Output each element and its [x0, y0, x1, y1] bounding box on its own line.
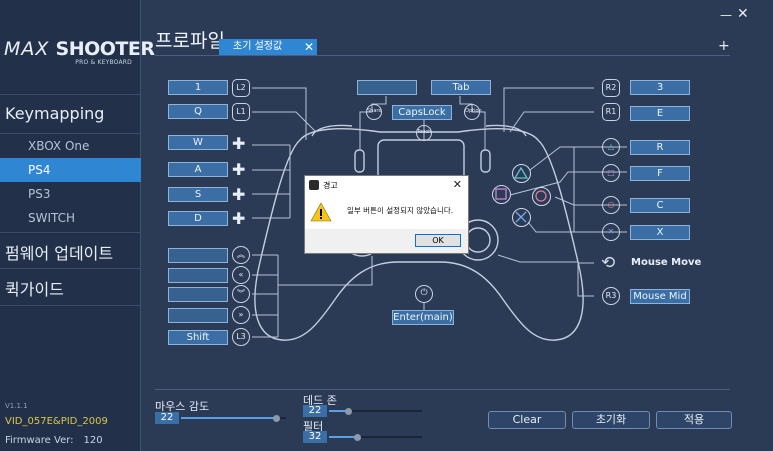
share-key-box[interactable]: [357, 80, 417, 95]
r3-key-box[interactable]: Mouse Mid: [630, 289, 690, 304]
mouse-sensitivity-value: 22: [155, 412, 179, 424]
l3-icon: L3: [232, 328, 250, 346]
circle-side-icon: ○: [602, 196, 620, 214]
deadzone-slider-thumb[interactable]: [345, 408, 352, 415]
dialog-title: 경고: [323, 181, 338, 190]
cross-icon: [512, 208, 531, 227]
option-icon: Option: [464, 104, 482, 120]
dpad-up-icon: ✚: [232, 134, 246, 153]
option-key-box[interactable]: Tab: [431, 80, 491, 95]
r3-icon: R3: [602, 287, 620, 305]
stick-up-key-box[interactable]: [168, 248, 228, 263]
ps-button-icon: ⏻: [415, 285, 433, 303]
stick-down-key-box[interactable]: [168, 287, 228, 302]
dialog-titlebar: 경고 ✕: [305, 176, 468, 195]
l1-icon: L1: [232, 103, 250, 121]
mouse-move-label[interactable]: Mouse Move: [631, 257, 701, 268]
warning-dialog: 경고 ✕ 일부 버튼이 설정되지 않았습니다. OK: [304, 175, 469, 254]
mouse-sensitivity-fill: [181, 417, 276, 419]
filter-fill: [329, 436, 357, 438]
mouse-sensitivity-slider-thumb[interactable]: [273, 415, 280, 422]
dpad-right-icon: ✚: [232, 209, 246, 228]
r1-key-box[interactable]: E: [630, 106, 690, 121]
stick-left-icon: «: [232, 266, 250, 284]
stick-right-icon: »: [232, 306, 250, 324]
l2-icon: L2: [232, 79, 250, 97]
square-side-icon: □: [602, 164, 620, 182]
dpad-down-key-box[interactable]: S: [168, 187, 228, 202]
stick-left-key-box[interactable]: [168, 268, 228, 283]
deadzone-value: 22: [303, 405, 327, 417]
filter-value: 32: [303, 431, 327, 443]
warning-icon: [310, 202, 332, 222]
apply-button[interactable]: 적용: [656, 411, 732, 429]
touch-key-box[interactable]: CapsLock: [392, 105, 452, 120]
mouse-move-icon: ⟲: [601, 253, 616, 273]
clear-button[interactable]: Clear: [488, 411, 566, 429]
square-key-box[interactable]: F: [630, 166, 690, 181]
l1-key-box[interactable]: Q: [168, 104, 228, 119]
r1-icon: R1: [602, 103, 620, 121]
dpad-left-key-box[interactable]: A: [168, 162, 228, 177]
dialog-message: 일부 버튼이 설정되지 않았습니다.: [347, 206, 454, 215]
triangle-side-icon: △: [602, 138, 620, 156]
r2-key-box[interactable]: 3: [630, 80, 690, 95]
cross-key-box[interactable]: X: [630, 225, 690, 240]
cross-side-icon: ✕: [602, 223, 620, 241]
filter-slider-thumb[interactable]: [354, 434, 361, 441]
l2-key-box[interactable]: 1: [168, 80, 228, 95]
stick-up-icon: ︽: [232, 246, 250, 264]
triangle-key-box[interactable]: R: [630, 140, 690, 155]
l3-key-box[interactable]: Shift: [168, 330, 228, 345]
dialog-app-icon: [309, 180, 319, 190]
ps-key-box[interactable]: Enter(main): [392, 310, 454, 325]
dpad-down-icon: ✚: [232, 185, 246, 204]
dialog-close-icon[interactable]: ✕: [453, 178, 462, 191]
triangle-icon: [512, 164, 531, 183]
touch-icon: Touch: [416, 125, 432, 141]
share-icon: Share: [366, 104, 382, 120]
stick-down-icon: ︾: [232, 285, 250, 303]
circle-icon: [532, 187, 551, 206]
stick-right-key-box[interactable]: [168, 308, 228, 323]
dpad-up-key-box[interactable]: W: [168, 135, 228, 150]
r2-icon: R2: [602, 79, 620, 97]
bottom-divider: [155, 389, 730, 390]
dialog-ok-button[interactable]: OK: [415, 234, 461, 247]
circle-key-box[interactable]: C: [630, 198, 690, 213]
square-icon: [492, 185, 511, 204]
reset-button[interactable]: 초기화: [572, 411, 650, 429]
dpad-left-icon: ✚: [232, 160, 246, 179]
dpad-right-key-box[interactable]: D: [168, 211, 228, 226]
